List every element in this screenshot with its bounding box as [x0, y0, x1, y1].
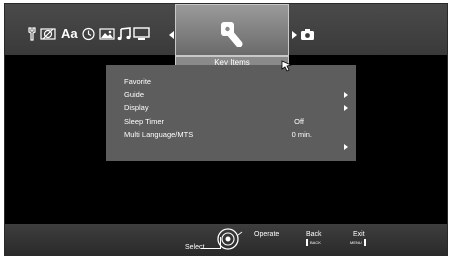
- camera-icon[interactable]: [300, 27, 315, 41]
- guide-submenu-arrow-icon: [344, 92, 348, 98]
- multi-language-value: 0 min.: [291, 130, 312, 139]
- key-items-icon: [220, 21, 248, 52]
- tv-menu-screen: Aa Key Items Favorite Guide Display Slee: [4, 3, 448, 256]
- clock-icon[interactable]: [82, 27, 95, 41]
- key-items-tile[interactable]: [175, 4, 289, 56]
- operate-hint-label: Operate: [254, 231, 280, 238]
- select-hint-label: Select: [185, 244, 205, 251]
- exit-key-label: MENU: [350, 240, 362, 245]
- scroll-right-arrow[interactable]: [292, 31, 297, 39]
- more-submenu-arrow-icon[interactable]: [344, 144, 348, 150]
- wrench-icon[interactable]: [28, 27, 36, 41]
- sleep-timer-value: Off: [294, 117, 304, 126]
- scroll-left-arrow[interactable]: [169, 31, 174, 39]
- back-key-icon: [306, 239, 308, 246]
- menu-item-display[interactable]: Display: [124, 103, 149, 113]
- menu-key-icon: [364, 239, 366, 246]
- no-image-icon[interactable]: [40, 27, 56, 41]
- menu-item-sleep-timer[interactable]: Sleep Timer: [124, 117, 164, 127]
- menu-item-favorite[interactable]: Favorite: [124, 77, 151, 87]
- monitor-icon[interactable]: [133, 27, 150, 41]
- key-items-menu: Favorite Guide Display Sleep Timer Off M…: [106, 65, 356, 161]
- music-note-icon[interactable]: [117, 27, 131, 41]
- picture-icon[interactable]: [99, 27, 115, 41]
- back-key-label: BACK: [310, 240, 321, 245]
- exit-hint-label: Exit: [353, 231, 365, 238]
- display-submenu-arrow-icon: [344, 105, 348, 111]
- text-icon[interactable]: Aa: [61, 27, 78, 41]
- back-hint-label: Back: [306, 231, 322, 238]
- menu-item-guide[interactable]: Guide: [124, 90, 144, 100]
- menu-item-multi-language[interactable]: Multi Language/MTS: [124, 130, 193, 140]
- hand-pointer-icon: [281, 59, 293, 77]
